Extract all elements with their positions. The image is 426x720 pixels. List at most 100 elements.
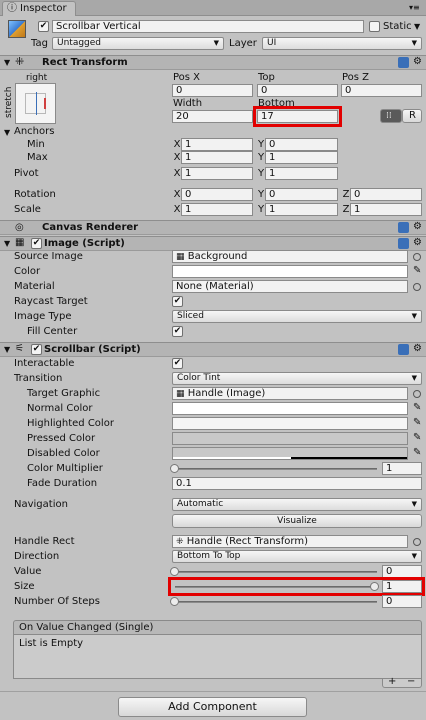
- object-picker-icon[interactable]: [413, 283, 421, 291]
- scrollbar-enabled-checkbox[interactable]: ✔: [31, 344, 42, 355]
- eyedropper-icon[interactable]: ✎: [413, 265, 421, 277]
- gear-icon[interactable]: ⚙: [413, 221, 422, 233]
- eyedropper-icon[interactable]: ✎: [413, 402, 421, 414]
- tag-label: Tag: [31, 38, 48, 49]
- pos-z-field[interactable]: 0: [341, 84, 422, 97]
- max-y-field[interactable]: 1: [265, 151, 338, 164]
- help-book-icon[interactable]: [398, 57, 409, 68]
- gear-icon[interactable]: ⚙: [413, 343, 422, 355]
- steps-field[interactable]: 0: [382, 595, 422, 608]
- source-image-field[interactable]: ▦ Background: [172, 250, 408, 263]
- help-book-icon[interactable]: [398, 344, 409, 355]
- raycast-target-checkbox[interactable]: ✔: [172, 296, 183, 307]
- add-component-button[interactable]: Add Component: [118, 697, 307, 717]
- add-event-button[interactable]: +: [388, 676, 396, 688]
- width-field[interactable]: 20: [172, 110, 253, 123]
- steps-slider-track[interactable]: [175, 601, 377, 603]
- transition-dropdown[interactable]: Color Tint ▼: [172, 372, 422, 385]
- color-multiplier-track[interactable]: [175, 468, 377, 470]
- color-multiplier-field[interactable]: 1: [382, 462, 422, 475]
- fill-center-checkbox[interactable]: ✔: [172, 326, 183, 337]
- image-script-header[interactable]: ▼ ▦ ✔ Image (Script) ⚙: [0, 236, 426, 251]
- pressed-color-swatch[interactable]: [172, 432, 408, 445]
- blueprint-mode-button[interactable]: ⁞⁞: [380, 109, 402, 123]
- material-field[interactable]: None (Material): [172, 280, 408, 293]
- highlighted-color-swatch[interactable]: [172, 417, 408, 430]
- layer-dropdown[interactable]: UI ▼: [262, 37, 422, 50]
- value-label: Value: [14, 566, 42, 577]
- normal-color-swatch[interactable]: [172, 402, 408, 415]
- alpha-bar-dark: [291, 457, 407, 459]
- object-picker-icon[interactable]: [413, 253, 421, 261]
- anchor-preset-button[interactable]: [15, 83, 56, 124]
- color-multiplier-knob[interactable]: [170, 464, 179, 473]
- active-checkbox[interactable]: ✔: [38, 21, 49, 32]
- static-dropdown-arrow[interactable]: ▼: [414, 21, 420, 33]
- static-checkbox[interactable]: [369, 21, 380, 32]
- visualize-button[interactable]: Visualize: [172, 514, 422, 528]
- object-picker-icon[interactable]: [413, 390, 421, 398]
- handle-rect-field[interactable]: ⁜ Handle (Rect Transform): [172, 535, 408, 548]
- help-book-icon[interactable]: [398, 238, 409, 249]
- object-picker-icon[interactable]: [413, 538, 421, 546]
- target-graphic-label: Target Graphic: [27, 388, 101, 399]
- foldout-arrow-icon[interactable]: ▼: [4, 57, 10, 69]
- anchors-label[interactable]: Anchors: [14, 126, 54, 138]
- pivot-label: Pivot: [14, 168, 39, 179]
- rotation-label: Rotation: [14, 189, 56, 200]
- alpha-bar: [173, 457, 291, 459]
- eyedropper-icon[interactable]: ✎: [413, 447, 421, 459]
- rot-x-field[interactable]: 0: [181, 188, 253, 201]
- rot-z-field[interactable]: 0: [350, 188, 422, 201]
- navigation-dropdown[interactable]: Automatic ▼: [172, 498, 422, 511]
- pivot-y-field[interactable]: 1: [265, 167, 338, 180]
- canvas-renderer-header[interactable]: ◎ Canvas Renderer ⚙: [0, 220, 426, 235]
- target-graphic-field[interactable]: ▦ Handle (Image): [172, 387, 408, 400]
- min-y-field[interactable]: 0: [265, 138, 338, 151]
- value-slider-knob[interactable]: [170, 567, 179, 576]
- scrollbar-script-header[interactable]: ▼ ⚟ ✔ Scrollbar (Script) ⚙: [0, 342, 426, 357]
- min-x-field[interactable]: 1: [181, 138, 253, 151]
- scale-z-field[interactable]: 1: [350, 203, 422, 216]
- add-component-label: Add Component: [168, 700, 257, 713]
- tab-inspector[interactable]: ⓘ Inspector: [2, 1, 76, 16]
- steps-slider-knob[interactable]: [170, 597, 179, 606]
- object-name-field[interactable]: Scrollbar Vertical: [52, 20, 364, 33]
- raw-edit-button[interactable]: R: [402, 109, 422, 123]
- anchors-foldout-icon[interactable]: ▼: [4, 127, 10, 139]
- direction-label: Direction: [14, 551, 60, 562]
- layer-value: UI: [267, 38, 277, 48]
- chevron-down-icon: ▼: [411, 39, 417, 47]
- rect-transform-header[interactable]: ▼ ⁜ Rect Transform ⚙: [0, 55, 426, 70]
- gear-icon[interactable]: ⚙: [413, 56, 422, 68]
- foldout-arrow-icon[interactable]: ▼: [4, 238, 10, 250]
- eyedropper-icon[interactable]: ✎: [413, 417, 421, 429]
- help-book-icon[interactable]: [398, 222, 409, 233]
- pos-x-field[interactable]: 0: [172, 84, 253, 97]
- image-type-value: Sliced: [177, 311, 204, 321]
- interactable-checkbox[interactable]: ✔: [172, 358, 183, 369]
- scale-y-field[interactable]: 1: [265, 203, 338, 216]
- direction-dropdown[interactable]: Bottom To Top ▼: [172, 550, 422, 563]
- image-enabled-checkbox[interactable]: ✔: [31, 238, 42, 249]
- pivot-x-field[interactable]: 1: [181, 167, 253, 180]
- eyedropper-icon[interactable]: ✎: [413, 432, 421, 444]
- top-field[interactable]: 0: [257, 84, 338, 97]
- image-component-icon: ▦: [15, 237, 25, 248]
- event-footer: + −: [382, 676, 422, 688]
- pos-z-header: Pos Z: [342, 72, 370, 83]
- value-slider-track[interactable]: [175, 571, 377, 573]
- tag-dropdown[interactable]: Untagged ▼: [52, 37, 224, 50]
- image-type-dropdown[interactable]: Sliced ▼: [172, 310, 422, 323]
- fade-duration-field[interactable]: 0.1: [172, 477, 422, 490]
- tab-menu-icon[interactable]: ▾≡: [409, 2, 420, 14]
- disabled-color-swatch[interactable]: [172, 447, 408, 460]
- rot-y-field[interactable]: 0: [265, 188, 338, 201]
- remove-event-button[interactable]: −: [407, 676, 415, 688]
- gear-icon[interactable]: ⚙: [413, 237, 422, 249]
- color-swatch[interactable]: [172, 265, 408, 278]
- max-x-field[interactable]: 1: [181, 151, 253, 164]
- inspector-icon: ⓘ: [7, 3, 17, 14]
- foldout-arrow-icon[interactable]: ▼: [4, 344, 10, 356]
- scale-x-field[interactable]: 1: [181, 203, 253, 216]
